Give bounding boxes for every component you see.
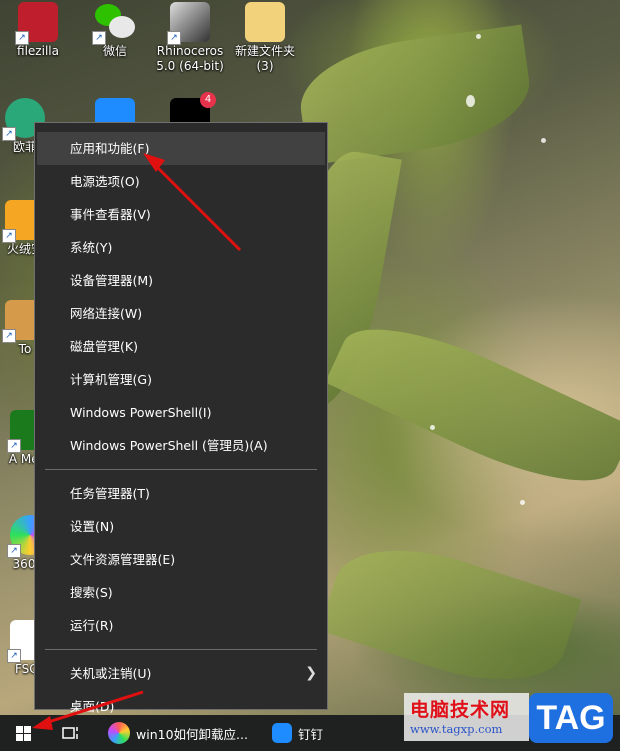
menu-item-label: 网络连接(W) <box>70 306 143 321</box>
menu-item-label: 运行(R) <box>70 618 114 633</box>
water-drop <box>430 425 435 430</box>
taskbar-item-browser[interactable]: win10如何卸载应... <box>108 715 248 751</box>
folder-icon <box>245 2 285 42</box>
shortcut-arrow-icon: ↗ <box>7 649 21 663</box>
start-button[interactable] <box>16 715 31 751</box>
task-view-icon <box>62 727 78 739</box>
desktop-icon-label: filezilla <box>17 44 59 58</box>
menu-item-task-manager[interactable]: 任务管理器(T) <box>37 477 325 510</box>
menu-item-device-manager[interactable]: 设备管理器(M) <box>37 264 325 297</box>
water-drop <box>520 500 525 505</box>
desktop-icon-label: Rhinoceros 5.0 (64-bit) <box>156 44 224 73</box>
shortcut-arrow-icon: ↗ <box>2 229 16 243</box>
shortcut-arrow-icon: ↗ <box>7 544 21 558</box>
filezilla-icon: ↗ <box>15 2 58 45</box>
menu-item-label: 关机或注销(U) <box>70 666 152 681</box>
desktop-icon-label: 微信 <box>102 44 127 58</box>
menu-item-computer-management[interactable]: 计算机管理(G) <box>37 363 325 396</box>
menu-item-label: 任务管理器(T) <box>70 486 150 501</box>
menu-item-label: 系统(Y) <box>70 240 113 255</box>
winx-context-menu: 应用和功能(F) 电源选项(O) 事件查看器(V) 系统(Y) 设备管理器(M)… <box>34 122 328 714</box>
menu-item-power-options[interactable]: 电源选项(O) <box>37 165 325 198</box>
rhinoceros-icon: ↗ <box>167 2 210 45</box>
water-drop <box>476 34 481 39</box>
menu-item-shutdown-or-sign-out[interactable]: 关机或注销(U) ❯ <box>37 657 325 690</box>
water-drop <box>466 95 475 107</box>
watermark-url: www.tagxp.com <box>410 722 503 736</box>
task-view-button[interactable] <box>62 715 80 751</box>
shortcut-arrow-icon: ↗ <box>7 439 21 453</box>
desktop-icon-label: To <box>18 342 32 356</box>
taskbar-item-label: win10如何卸载应... <box>136 726 248 742</box>
wallpaper-leaf <box>293 24 537 166</box>
menu-item-network-connections[interactable]: 网络连接(W) <box>37 297 325 330</box>
menu-item-run[interactable]: 运行(R) <box>37 609 325 642</box>
shortcut-arrow-icon: ↗ <box>167 31 181 45</box>
menu-item-system[interactable]: 系统(Y) <box>37 231 325 264</box>
menu-item-apps-and-features[interactable]: 应用和功能(F) <box>37 132 325 165</box>
menu-item-search[interactable]: 搜索(S) <box>37 576 325 609</box>
wechat-icon: ↗ <box>92 2 135 45</box>
menu-item-label: Windows PowerShell(I) <box>70 405 212 420</box>
menu-item-powershell-admin[interactable]: Windows PowerShell (管理员)(A) <box>37 429 325 462</box>
watermark-title: 电脑技术网 <box>410 699 511 721</box>
wallpaper-leaf <box>318 525 582 705</box>
menu-item-label: Windows PowerShell (管理员)(A) <box>70 438 268 453</box>
menu-item-label: 桌面(D) <box>70 699 115 714</box>
menu-item-event-viewer[interactable]: 事件查看器(V) <box>37 198 325 231</box>
menu-separator <box>45 649 317 650</box>
menu-item-powershell[interactable]: Windows PowerShell(I) <box>37 396 325 429</box>
desktop-icon-label: 新建文件夹 (3) <box>234 44 295 73</box>
watermark: 电脑技术网 www.tagxp.com TAG <box>404 693 620 751</box>
menu-item-label: 设置(N) <box>70 519 115 534</box>
dingtalk-icon <box>272 723 292 743</box>
desktop-icon-wechat[interactable]: ↗ 微信 <box>80 2 150 59</box>
browser-360-icon <box>108 722 130 744</box>
shortcut-arrow-icon: ↗ <box>92 31 106 45</box>
menu-item-label: 应用和功能(F) <box>70 141 150 156</box>
water-drop <box>541 138 546 143</box>
menu-item-label: 文件资源管理器(E) <box>70 552 176 567</box>
menu-separator <box>45 469 317 470</box>
windows-start-icon <box>16 725 31 741</box>
shortcut-arrow-icon: ↗ <box>2 329 16 343</box>
menu-item-disk-management[interactable]: 磁盘管理(K) <box>37 330 325 363</box>
watermark-tag-logo: TAG <box>529 693 613 743</box>
wallpaper-leaf <box>325 300 620 510</box>
taskbar-item-dingtalk[interactable]: 钉钉 <box>272 715 323 751</box>
desktop-icon-filezilla[interactable]: ↗ filezilla <box>3 2 73 59</box>
desktop-icon-rhinoceros[interactable]: ↗ Rhinoceros 5.0 (64-bit) <box>155 2 225 74</box>
shortcut-arrow-icon: ↗ <box>15 31 29 45</box>
menu-item-label: 计算机管理(G) <box>70 372 152 387</box>
taskbar-item-label: 钉钉 <box>298 726 324 742</box>
chevron-right-icon: ❯ <box>305 665 317 681</box>
menu-item-label: 设备管理器(M) <box>70 273 154 288</box>
menu-item-label: 磁盘管理(K) <box>70 339 138 354</box>
watermark-box: 电脑技术网 www.tagxp.com <box>404 693 529 741</box>
desktop-icon-new-folder[interactable]: 新建文件夹 (3) <box>230 2 300 74</box>
shortcut-arrow-icon: ↗ <box>2 127 16 141</box>
menu-item-file-explorer[interactable]: 文件资源管理器(E) <box>37 543 325 576</box>
menu-item-label: 电源选项(O) <box>70 174 140 189</box>
notification-badge: 4 <box>200 92 216 108</box>
menu-item-label: 搜索(S) <box>70 585 113 600</box>
menu-item-label: 事件查看器(V) <box>70 207 151 222</box>
menu-item-settings[interactable]: 设置(N) <box>37 510 325 543</box>
